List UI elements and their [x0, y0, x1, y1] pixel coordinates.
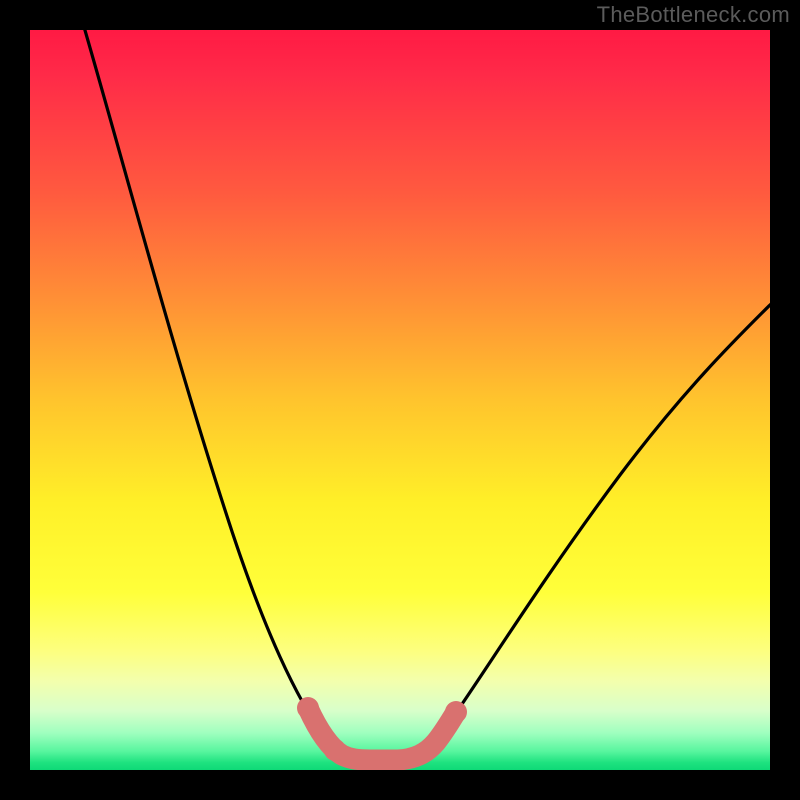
optimal-marker-end-left-icon: [297, 697, 319, 719]
optimal-marker-joint-left-icon: [324, 739, 346, 761]
bottleneck-curve: [82, 30, 770, 760]
watermark-text: TheBottleneck.com: [597, 2, 790, 28]
curve-overlay: [30, 30, 770, 770]
chart-frame: TheBottleneck.com: [0, 0, 800, 800]
optimal-marker-end-right-icon: [445, 701, 467, 723]
plot-area: [30, 30, 770, 770]
